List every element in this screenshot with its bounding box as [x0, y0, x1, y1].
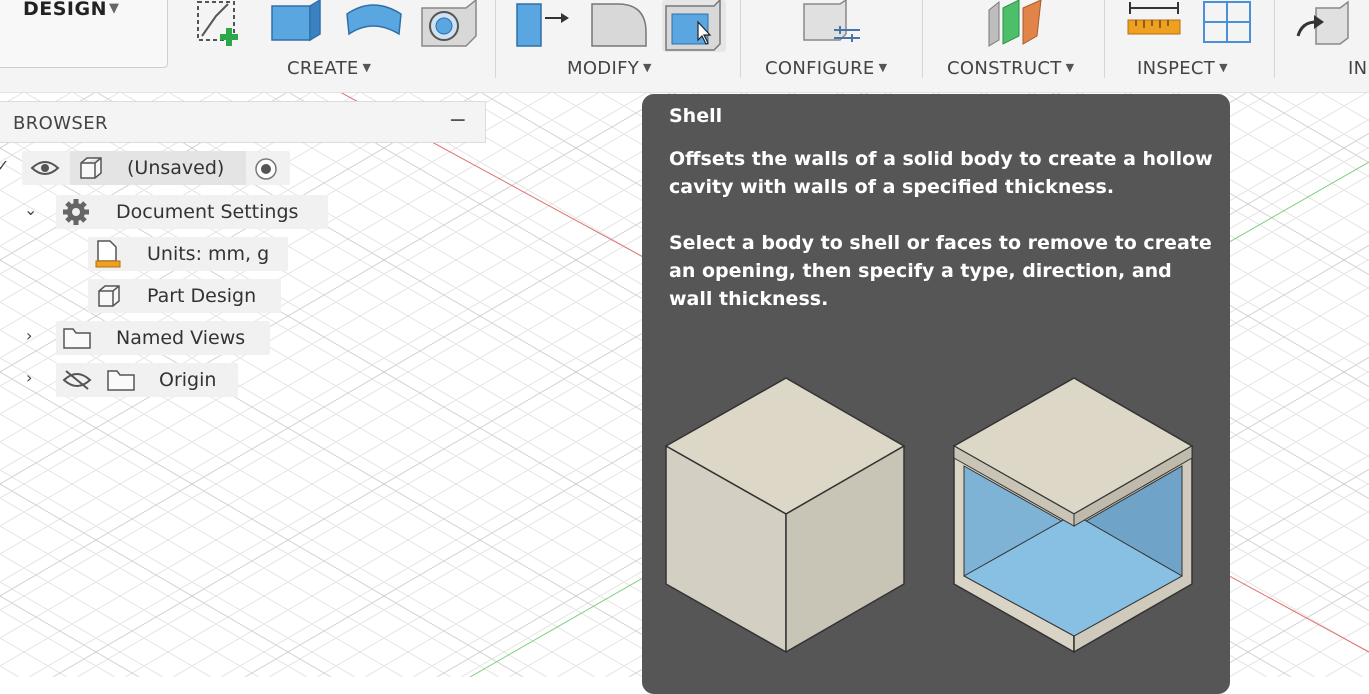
- press-pull-icon[interactable]: [515, 0, 573, 50]
- tree-item-label: Named Views: [116, 327, 246, 349]
- tooltip-description: Offsets the walls of a solid body to cre…: [669, 148, 1213, 198]
- toolbar-separator: [1274, 0, 1275, 78]
- browser-panel-header: BROWSER −: [0, 101, 486, 143]
- folder-icon: [63, 328, 91, 349]
- shell-icon: [665, 0, 721, 51]
- construct-menu[interactable]: CONSTRUCT ▼: [947, 58, 1074, 79]
- chevron-down-icon: ▼: [1065, 61, 1075, 74]
- eye-hidden-icon[interactable]: [62, 369, 92, 391]
- workspace-switcher[interactable]: DESIGN ▼: [0, 0, 168, 68]
- construct-plane-icon[interactable]: [985, 0, 1047, 50]
- configure-menu[interactable]: CONFIGURE ▼: [765, 58, 887, 79]
- document-ruler-icon: [95, 240, 121, 268]
- modify-menu-label: MODIFY: [567, 58, 640, 79]
- fillet-icon[interactable]: [588, 0, 650, 50]
- section-analysis-icon[interactable]: [1200, 0, 1256, 48]
- shell-tooltip: Shell Offsets the walls of a solid body …: [642, 94, 1230, 694]
- chevron-down-icon: ▼: [878, 61, 888, 74]
- chevron-down-icon[interactable]: ✓: [0, 156, 9, 175]
- toolbar-separator: [1104, 0, 1105, 78]
- construct-menu-label: CONSTRUCT: [947, 58, 1062, 79]
- create-menu[interactable]: CREATE ▼: [287, 58, 371, 79]
- tree-item-origin[interactable]: › Origin: [0, 363, 245, 397]
- modify-menu[interactable]: MODIFY ▼: [567, 58, 652, 79]
- activate-radio-icon[interactable]: [254, 157, 278, 181]
- shelled-cube-illustration: [952, 377, 1194, 654]
- toolbar-separator: [922, 0, 923, 78]
- shell-illustration: [664, 377, 1194, 654]
- tooltip-instructions: Select a body to shell or faces to remov…: [669, 232, 1212, 310]
- inspect-menu[interactable]: INSPECT ▼: [1137, 58, 1228, 79]
- tree-item-label: Document Settings: [116, 201, 299, 223]
- tree-item-design-type[interactable]: Part Design: [0, 279, 285, 313]
- chevron-down-icon: ▼: [109, 1, 119, 16]
- shell-tool-button[interactable]: [662, 0, 726, 52]
- chevron-down-icon: ▼: [1219, 61, 1228, 74]
- toolbar-separator: [740, 0, 741, 78]
- configure-icon[interactable]: [800, 0, 864, 50]
- collapse-button[interactable]: −: [449, 108, 467, 133]
- tree-item-label: Part Design: [147, 285, 257, 307]
- revolve-icon[interactable]: [343, 0, 405, 50]
- create-menu-label: CREATE: [287, 58, 359, 79]
- chevron-down-icon: ▼: [362, 61, 372, 74]
- tree-item-label: Origin: [159, 369, 217, 391]
- tree-item-label: (Unsaved): [127, 157, 225, 179]
- workspace-label: DESIGN: [23, 0, 108, 20]
- measure-icon[interactable]: [1126, 0, 1182, 40]
- inspect-menu-label: INSPECT: [1137, 58, 1216, 79]
- tree-item-named-views[interactable]: › Named Views: [0, 321, 275, 355]
- chevron-down-icon[interactable]: ⌄: [24, 200, 37, 219]
- tooltip-title: Shell: [669, 105, 723, 127]
- chevron-right-icon[interactable]: ›: [26, 368, 32, 387]
- tree-item-label: Units: mm, g: [147, 243, 270, 265]
- extrude-icon[interactable]: [270, 0, 325, 50]
- folder-icon: [107, 370, 135, 391]
- tree-item-root[interactable]: ✓ (Unsaved): [0, 151, 300, 185]
- solid-cube-illustration: [664, 377, 906, 654]
- component-icon: [98, 285, 120, 307]
- hole-icon[interactable]: [420, 0, 480, 50]
- tree-item-units[interactable]: Units: mm, g: [0, 237, 290, 271]
- toolbar: DESIGN ▼ CREATE ▼ MODIFY ▼ CONFIGURE ▼ C…: [0, 0, 1369, 93]
- gear-icon: [63, 199, 89, 225]
- component-icon: [80, 157, 102, 179]
- browser-title: BROWSER: [13, 113, 108, 134]
- insert-icon[interactable]: [1296, 0, 1354, 46]
- chevron-right-icon[interactable]: ›: [26, 326, 32, 345]
- create-sketch-icon[interactable]: [194, 0, 254, 50]
- insert-menu-label: IN: [1348, 58, 1368, 79]
- eye-icon[interactable]: [30, 159, 60, 177]
- tree-item-document-settings[interactable]: ⌄ Document Settings: [0, 195, 330, 229]
- toolbar-separator: [495, 0, 496, 78]
- configure-menu-label: CONFIGURE: [765, 58, 875, 79]
- insert-menu[interactable]: IN: [1348, 58, 1367, 79]
- chevron-down-icon: ▼: [643, 61, 652, 74]
